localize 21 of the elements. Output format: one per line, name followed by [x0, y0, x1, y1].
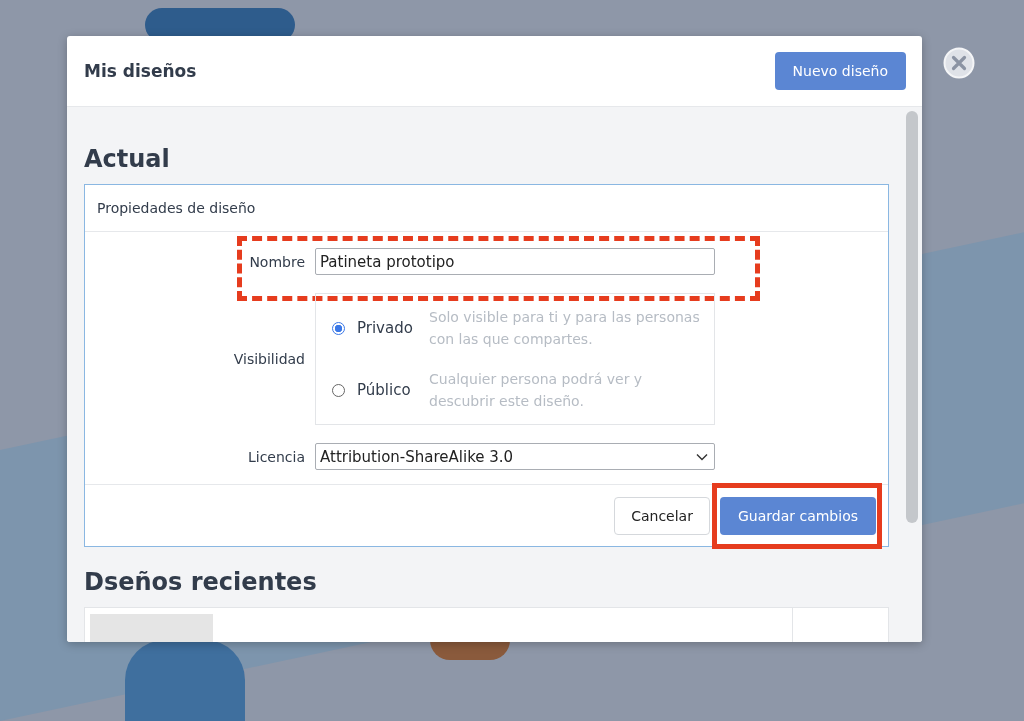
design-thumbnail[interactable] [90, 614, 213, 642]
field-label: Licencia [246, 448, 306, 465]
close-icon[interactable] [943, 47, 975, 79]
option-label[interactable]: Público [357, 381, 417, 399]
save-button[interactable]: Guardar cambios [719, 496, 876, 535]
section-heading: Actual [84, 145, 171, 174]
radio-button[interactable] [332, 321, 345, 335]
field-label: Nombre [248, 253, 306, 270]
option-label[interactable]: Privado [357, 319, 417, 337]
card-title: Propiedades de diseño [97, 200, 256, 216]
field-label: Visibilidad [232, 351, 306, 367]
radio-button[interactable] [332, 383, 345, 397]
option-description: Cualquier persona podrá ver y descubrir este diseño. [429, 370, 644, 411]
license-dropdown[interactable]: Attribution-ShareAlike 3.0 [315, 443, 715, 470]
name-field[interactable]: Patineta prototipo [315, 248, 715, 275]
option-description: Solo visible para ti y para las personas con las que compartes. [429, 308, 700, 349]
section-heading: Dseños recientes [84, 568, 318, 597]
cancel-button[interactable]: Cancelar [614, 496, 710, 535]
dialog-title: Mis diseños [84, 61, 197, 81]
new-design-button[interactable]: Nuevo diseño [774, 52, 906, 90]
chevron-down-icon [696, 452, 708, 461]
